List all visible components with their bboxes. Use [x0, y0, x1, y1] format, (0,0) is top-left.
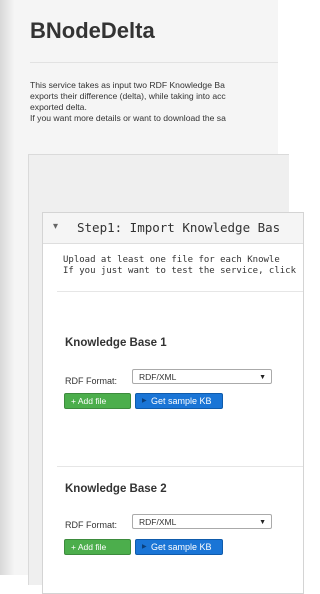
description-line: exports their difference (delta), while …	[30, 91, 226, 101]
kb2-format-value: RDF/XML	[139, 517, 177, 527]
step1-title: Step1: Import Knowledge Bas	[77, 220, 281, 235]
caret-down-icon[interactable]: ▾	[53, 221, 58, 232]
page-title: BNodeDelta	[30, 18, 155, 43]
intro-line: If you just want to test the service, cl…	[63, 266, 296, 276]
kb2-get-sample-button[interactable]: ▶ Get sample KB	[135, 539, 223, 555]
triangle-down-icon: ▼	[259, 374, 266, 381]
section-divider	[57, 291, 303, 292]
step1-panel: ▾ Step1: Import Knowledge Bas Upload at …	[42, 212, 304, 594]
kb1-title: Knowledge Base 1	[65, 337, 167, 349]
caret-right-icon: ▶	[142, 398, 147, 404]
kb2-sample-label: Get sample KB	[151, 542, 212, 552]
page-shadow	[0, 0, 14, 575]
step1-header[interactable]: ▾ Step1: Import Knowledge Bas	[43, 213, 303, 244]
kb1-sample-label: Get sample KB	[151, 396, 212, 406]
kb1-add-file-button[interactable]: + Add file	[64, 393, 131, 409]
title-divider	[30, 62, 278, 63]
service-description: This service takes as input two RDF Know…	[30, 80, 320, 124]
description-line: If you want more details or want to down…	[30, 113, 226, 123]
kb2-title: Knowledge Base 2	[65, 483, 167, 495]
step1-intro: Upload at least one file for each Knowle…	[63, 255, 296, 277]
kb1-format-label: RDF Format:	[65, 376, 118, 386]
description-line: exported delta.	[30, 102, 87, 112]
kb2-format-label: RDF Format:	[65, 520, 118, 530]
kb2-format-select[interactable]: RDF/XML ▼	[132, 514, 272, 529]
kb2-add-file-button[interactable]: + Add file	[64, 539, 131, 555]
caret-right-icon: ▶	[142, 544, 147, 550]
section-divider	[57, 466, 303, 467]
intro-line: Upload at least one file for each Knowle	[63, 255, 280, 265]
kb1-format-select[interactable]: RDF/XML ▼	[132, 369, 272, 384]
kb1-format-value: RDF/XML	[139, 372, 177, 382]
triangle-down-icon: ▼	[259, 519, 266, 526]
kb1-get-sample-button[interactable]: ▶ Get sample KB	[135, 393, 223, 409]
description-line: This service takes as input two RDF Know…	[30, 80, 225, 90]
